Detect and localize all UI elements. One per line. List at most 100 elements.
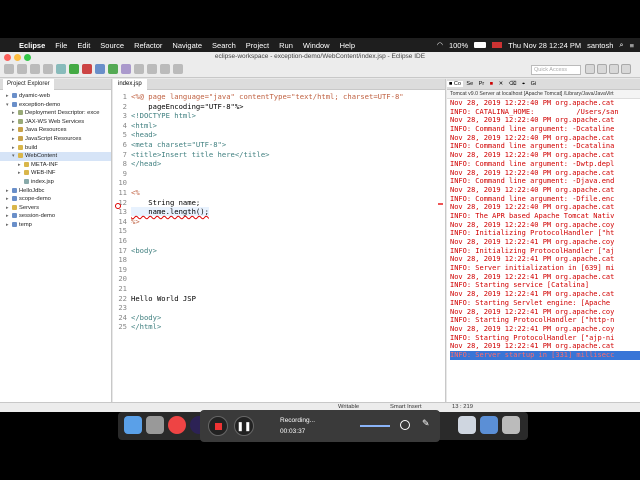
line-number: 25 [118,322,127,332]
tree-item[interactable]: ▸ Servers [0,204,111,213]
back-icon[interactable] [160,64,170,74]
next-annotation-icon[interactable] [147,64,157,74]
console-line: Nov 28, 2019 12:22:41 PM org.apache.cat [450,272,615,281]
tree-item[interactable]: ▸ HelloJdbc [0,187,111,196]
stop-recording-button[interactable] [208,416,228,436]
external-tools-icon[interactable] [82,64,92,74]
perspective-buttons [585,64,631,74]
menu-search[interactable]: Search [207,41,241,50]
tree-item[interactable]: ▸ WEB-INF [0,169,111,178]
console-line: INFO: Server startup in [331] millisecc [450,350,640,360]
line-number: 3 [122,111,127,121]
clear-console-icon[interactable]: ⌫ [507,81,519,87]
pin-console-icon[interactable]: ⌖ [520,81,527,87]
folder-icon [24,178,29,184]
servers-tab[interactable]: Se [464,81,475,87]
downloads-icon[interactable] [480,416,498,434]
print-icon[interactable] [43,64,53,74]
error-marker-icon [115,203,121,209]
menu-refactor[interactable]: Refactor [129,41,167,50]
wifi-icon[interactable]: ◠ [437,41,443,49]
tree-item[interactable]: ▸ Deployment Descriptor: exce [0,109,111,118]
tree-item[interactable]: ▸ Java Resources [0,126,111,135]
console-output[interactable]: Nov 28, 2019 12:22:40 PM org.apache.cat I… [447,99,640,360]
tree-item[interactable]: ▸ JAX-WS Web Services [0,118,111,127]
console-line: Nov 28, 2019 12:22:40 PM org.apache.cat [450,133,615,142]
menu-project[interactable]: Project [241,41,274,50]
menu-list-icon[interactable]: ≡ [630,41,634,50]
open-type-icon[interactable] [121,64,131,74]
clock[interactable]: Thu Nov 28 12:24 PM [508,41,581,50]
problems-tab[interactable]: Pr [477,81,487,87]
debug-icon[interactable] [56,64,66,74]
pen-icon[interactable]: ✎ [422,418,430,429]
new-class-icon[interactable] [108,64,118,74]
search-icon[interactable] [134,64,144,74]
code-line: <body> [131,245,157,255]
webcam-icon[interactable] [400,420,410,430]
tree-item[interactable]: ▸ scope-demo [0,195,111,204]
code-line: <head> [131,130,157,140]
code-line: <!DOCTYPE html> [131,111,196,121]
project-explorer: Project Explorer ▸ dyamic-web ▾ exception-d… [0,79,112,402]
tree-item[interactable]: ▸ temp [0,221,111,230]
console-header: Tomcat v9.0 Server at localhost [Apache … [447,90,640,99]
java-ee-perspective-icon[interactable] [597,64,607,74]
tree-item[interactable]: ▾ WebContent [0,152,111,161]
tree-item[interactable]: ▸ build [0,144,111,153]
tree-item[interactable]: ▾ exception-demo [0,101,111,110]
folder-icon [18,153,23,159]
pause-recording-button[interactable]: ❚❚ [234,416,254,436]
project-explorer-tab[interactable]: Project Explorer [3,79,54,90]
app-menu[interactable]: Eclipse [14,41,50,50]
debug-perspective-icon[interactable] [621,64,631,74]
folder-icon [12,221,17,227]
menu-file[interactable]: File [50,41,72,50]
new-icon[interactable] [4,64,14,74]
menu-run[interactable]: Run [274,41,298,50]
menu-window[interactable]: Window [298,41,335,50]
quick-access-input[interactable]: Quick Access [531,65,581,75]
console-tab[interactable]: ■ Co [447,81,463,87]
battery-icon[interactable] [474,42,487,48]
trash-icon[interactable] [502,416,520,434]
editor-tab-index-jsp[interactable]: index.jsp [113,79,147,90]
line-number: 6 [122,140,127,149]
line-number: 24 [118,312,127,322]
tree-item[interactable]: ▸ session-demo [0,212,111,221]
battery-percent[interactable]: 100% [449,41,468,50]
git-tab[interactable]: Gi [529,81,539,87]
spotlight-icon[interactable]: ⌕ [619,40,623,50]
terminate-icon[interactable]: ■ [488,81,495,87]
save-icon[interactable] [17,64,27,74]
tree-item[interactable]: ▸ META-INF [0,161,111,170]
menu-navigate[interactable]: Navigate [167,41,207,50]
console-line: INFO: Command line argument: -Dwtp.depl [450,159,615,168]
flag-icon[interactable] [492,42,503,48]
menu-source[interactable]: Source [95,41,129,50]
menu-edit[interactable]: Edit [72,41,95,50]
finder-icon[interactable] [124,416,142,434]
code-area[interactable]: 1 <%@ page language="java" contentType="t… [113,92,446,392]
menu-help[interactable]: Help [335,41,360,50]
save-all-icon[interactable] [30,64,40,74]
remove-launch-icon[interactable]: ✕ [497,81,506,87]
server-icon[interactable] [95,64,105,74]
tree-item[interactable]: ▸ dyamic-web [0,92,111,101]
console-line: Nov 28, 2019 12:22:41 PM org.apache.cat [450,342,615,351]
code-line: String name; [131,197,201,207]
chrome-icon[interactable] [168,416,186,434]
java-perspective-icon[interactable] [609,64,619,74]
tree-item[interactable]: index.jsp [0,178,111,187]
forward-icon[interactable] [173,64,183,74]
volume-slider[interactable] [360,425,390,427]
tree-item[interactable]: ▸ JavaScript Resources [0,135,111,144]
documents-icon[interactable] [458,416,476,434]
launchpad-icon[interactable] [146,416,164,434]
open-perspective-icon[interactable] [585,64,595,74]
line-number: 16 [118,236,127,245]
user-name[interactable]: santosh [587,41,613,50]
run-icon[interactable] [69,64,79,74]
recording-label: Recording... [280,417,316,424]
overview-error-marker[interactable] [438,203,443,205]
